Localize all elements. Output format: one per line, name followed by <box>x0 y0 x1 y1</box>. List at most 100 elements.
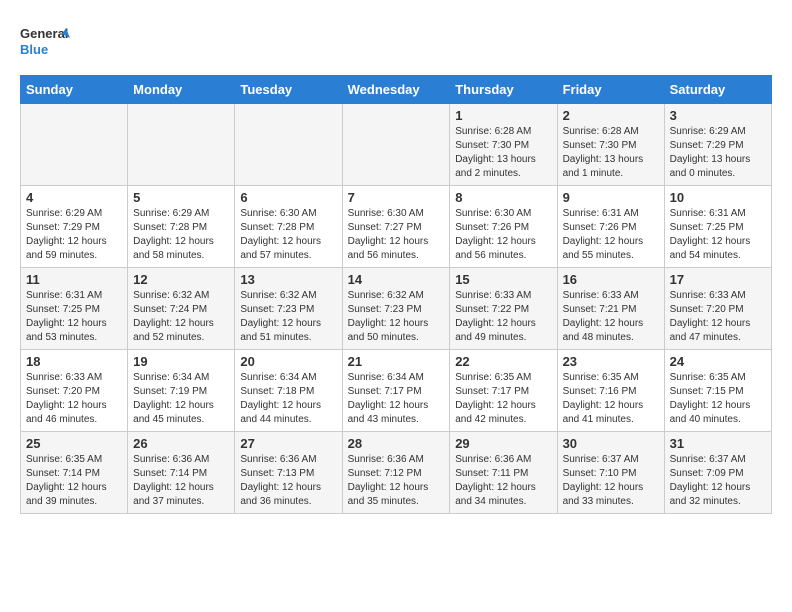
day-number: 14 <box>348 272 445 287</box>
calendar-cell <box>21 104 128 186</box>
calendar-cell: 13 Sunrise: 6:32 AM Sunset: 7:23 PM Dayli… <box>235 268 342 350</box>
day-number: 10 <box>670 190 766 205</box>
calendar-cell <box>342 104 450 186</box>
calendar-cell: 1 Sunrise: 6:28 AM Sunset: 7:30 PM Daylig… <box>450 104 557 186</box>
day-number: 2 <box>563 108 659 123</box>
logo-svg: General Blue <box>20 20 70 65</box>
day-info: Sunrise: 6:34 AM Sunset: 7:18 PM Dayligh… <box>240 371 336 427</box>
day-header-saturday: Saturday <box>664 76 771 104</box>
calendar-cell <box>235 104 342 186</box>
day-info: Sunrise: 6:31 AM Sunset: 7:25 PM Dayligh… <box>670 207 766 263</box>
calendar-cell: 22 Sunrise: 6:35 AM Sunset: 7:17 PM Dayli… <box>450 350 557 432</box>
day-info: Sunrise: 6:32 AM Sunset: 7:23 PM Dayligh… <box>240 289 336 345</box>
day-info: Sunrise: 6:35 AM Sunset: 7:15 PM Dayligh… <box>670 371 766 427</box>
day-number: 1 <box>455 108 551 123</box>
day-info: Sunrise: 6:37 AM Sunset: 7:10 PM Dayligh… <box>563 453 659 509</box>
calendar-cell: 24 Sunrise: 6:35 AM Sunset: 7:15 PM Dayli… <box>664 350 771 432</box>
day-number: 19 <box>133 354 229 369</box>
day-info: Sunrise: 6:35 AM Sunset: 7:16 PM Dayligh… <box>563 371 659 427</box>
day-info: Sunrise: 6:29 AM Sunset: 7:29 PM Dayligh… <box>26 207 122 263</box>
day-number: 9 <box>563 190 659 205</box>
day-number: 23 <box>563 354 659 369</box>
day-info: Sunrise: 6:36 AM Sunset: 7:11 PM Dayligh… <box>455 453 551 509</box>
day-info: Sunrise: 6:32 AM Sunset: 7:24 PM Dayligh… <box>133 289 229 345</box>
calendar-cell: 14 Sunrise: 6:32 AM Sunset: 7:23 PM Dayli… <box>342 268 450 350</box>
day-info: Sunrise: 6:30 AM Sunset: 7:27 PM Dayligh… <box>348 207 445 263</box>
calendar-week-row: 4 Sunrise: 6:29 AM Sunset: 7:29 PM Daylig… <box>21 186 772 268</box>
calendar-cell: 18 Sunrise: 6:33 AM Sunset: 7:20 PM Dayli… <box>21 350 128 432</box>
day-number: 4 <box>26 190 122 205</box>
day-number: 25 <box>26 436 122 451</box>
day-number: 31 <box>670 436 766 451</box>
day-info: Sunrise: 6:33 AM Sunset: 7:20 PM Dayligh… <box>670 289 766 345</box>
day-info: Sunrise: 6:31 AM Sunset: 7:26 PM Dayligh… <box>563 207 659 263</box>
day-info: Sunrise: 6:29 AM Sunset: 7:28 PM Dayligh… <box>133 207 229 263</box>
day-info: Sunrise: 6:32 AM Sunset: 7:23 PM Dayligh… <box>348 289 445 345</box>
svg-text:General: General <box>20 26 68 41</box>
day-number: 22 <box>455 354 551 369</box>
day-number: 26 <box>133 436 229 451</box>
calendar-cell: 17 Sunrise: 6:33 AM Sunset: 7:20 PM Dayli… <box>664 268 771 350</box>
day-number: 18 <box>26 354 122 369</box>
day-header-tuesday: Tuesday <box>235 76 342 104</box>
calendar-table: SundayMondayTuesdayWednesdayThursdayFrid… <box>20 75 772 514</box>
day-number: 28 <box>348 436 445 451</box>
svg-text:Blue: Blue <box>20 42 48 57</box>
calendar-cell: 2Sunrise: 6:28 AM Sunset: 7:30 PM Daylig… <box>557 104 664 186</box>
calendar-cell: 9 Sunrise: 6:31 AM Sunset: 7:26 PM Daylig… <box>557 186 664 268</box>
day-number: 12 <box>133 272 229 287</box>
calendar-cell: 8Sunrise: 6:30 AM Sunset: 7:26 PM Daylig… <box>450 186 557 268</box>
day-number: 21 <box>348 354 445 369</box>
day-number: 13 <box>240 272 336 287</box>
day-number: 29 <box>455 436 551 451</box>
day-number: 11 <box>26 272 122 287</box>
day-number: 30 <box>563 436 659 451</box>
calendar-cell: 7 Sunrise: 6:30 AM Sunset: 7:27 PM Daylig… <box>342 186 450 268</box>
day-header-wednesday: Wednesday <box>342 76 450 104</box>
day-number: 17 <box>670 272 766 287</box>
calendar-cell: 11 Sunrise: 6:31 AM Sunset: 7:25 PM Dayli… <box>21 268 128 350</box>
calendar-cell: 23 Sunrise: 6:35 AM Sunset: 7:16 PM Dayli… <box>557 350 664 432</box>
calendar-cell: 27Sunrise: 6:36 AM Sunset: 7:13 PM Dayli… <box>235 432 342 514</box>
day-info: Sunrise: 6:35 AM Sunset: 7:14 PM Dayligh… <box>26 453 122 509</box>
calendar-week-row: 1 Sunrise: 6:28 AM Sunset: 7:30 PM Daylig… <box>21 104 772 186</box>
calendar-week-row: 11 Sunrise: 6:31 AM Sunset: 7:25 PM Dayli… <box>21 268 772 350</box>
day-info: Sunrise: 6:37 AM Sunset: 7:09 PM Dayligh… <box>670 453 766 509</box>
day-header-monday: Monday <box>128 76 235 104</box>
calendar-cell: 16 Sunrise: 6:33 AM Sunset: 7:21 PM Dayli… <box>557 268 664 350</box>
day-number: 16 <box>563 272 659 287</box>
day-number: 20 <box>240 354 336 369</box>
day-header-sunday: Sunday <box>21 76 128 104</box>
day-number: 24 <box>670 354 766 369</box>
day-info: Sunrise: 6:36 AM Sunset: 7:14 PM Dayligh… <box>133 453 229 509</box>
calendar-cell: 25 Sunrise: 6:35 AM Sunset: 7:14 PM Dayli… <box>21 432 128 514</box>
day-info: Sunrise: 6:30 AM Sunset: 7:28 PM Dayligh… <box>240 207 336 263</box>
calendar-cell: 6Sunrise: 6:30 AM Sunset: 7:28 PM Daylig… <box>235 186 342 268</box>
day-number: 15 <box>455 272 551 287</box>
day-info: Sunrise: 6:33 AM Sunset: 7:21 PM Dayligh… <box>563 289 659 345</box>
calendar-cell: 15 Sunrise: 6:33 AM Sunset: 7:22 PM Dayli… <box>450 268 557 350</box>
day-info: Sunrise: 6:30 AM Sunset: 7:26 PM Dayligh… <box>455 207 551 263</box>
logo: General Blue <box>20 20 70 65</box>
calendar-cell: 20 Sunrise: 6:34 AM Sunset: 7:18 PM Dayli… <box>235 350 342 432</box>
day-header-friday: Friday <box>557 76 664 104</box>
day-info: Sunrise: 6:33 AM Sunset: 7:20 PM Dayligh… <box>26 371 122 427</box>
day-info: Sunrise: 6:31 AM Sunset: 7:25 PM Dayligh… <box>26 289 122 345</box>
calendar-header-row: SundayMondayTuesdayWednesdayThursdayFrid… <box>21 76 772 104</box>
day-info: Sunrise: 6:33 AM Sunset: 7:22 PM Dayligh… <box>455 289 551 345</box>
page-header: General Blue <box>20 20 772 65</box>
day-info: Sunrise: 6:34 AM Sunset: 7:17 PM Dayligh… <box>348 371 445 427</box>
calendar-cell: 4 Sunrise: 6:29 AM Sunset: 7:29 PM Daylig… <box>21 186 128 268</box>
day-number: 27 <box>240 436 336 451</box>
calendar-cell: 5Sunrise: 6:29 AM Sunset: 7:28 PM Daylig… <box>128 186 235 268</box>
calendar-week-row: 18 Sunrise: 6:33 AM Sunset: 7:20 PM Dayli… <box>21 350 772 432</box>
calendar-cell: 12 Sunrise: 6:32 AM Sunset: 7:24 PM Dayli… <box>128 268 235 350</box>
day-header-thursday: Thursday <box>450 76 557 104</box>
day-info: Sunrise: 6:28 AM Sunset: 7:30 PM Dayligh… <box>455 125 551 181</box>
day-info: Sunrise: 6:35 AM Sunset: 7:17 PM Dayligh… <box>455 371 551 427</box>
calendar-cell: 31 Sunrise: 6:37 AM Sunset: 7:09 PM Dayli… <box>664 432 771 514</box>
calendar-cell: 26 Sunrise: 6:36 AM Sunset: 7:14 PM Dayli… <box>128 432 235 514</box>
calendar-cell: 10 Sunrise: 6:31 AM Sunset: 7:25 PM Dayli… <box>664 186 771 268</box>
day-info: Sunrise: 6:29 AM Sunset: 7:29 PM Dayligh… <box>670 125 766 181</box>
day-number: 7 <box>348 190 445 205</box>
